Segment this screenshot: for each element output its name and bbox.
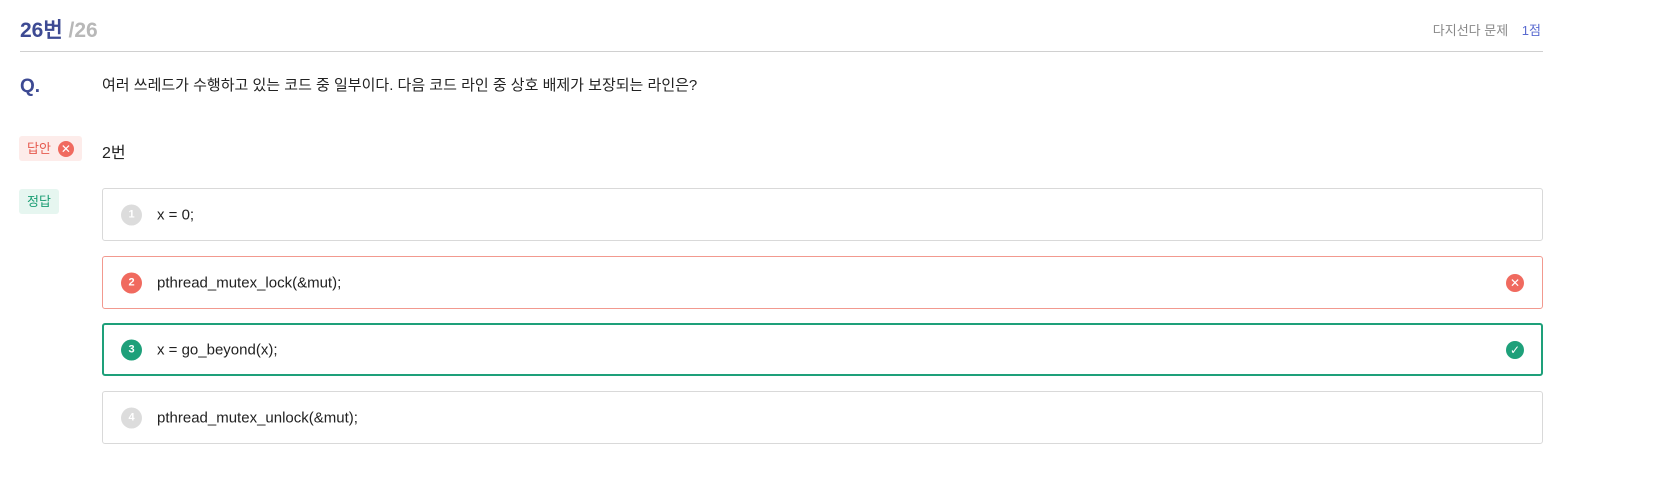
question-type: 다지선다 문제 [1432, 23, 1509, 38]
choice-number-badge: 2 [121, 272, 142, 293]
check-circle-icon: ✓ [1506, 340, 1524, 359]
my-answer-value: 2번 [102, 145, 126, 162]
question-label: Q. [20, 76, 41, 97]
choice-text: pthread_mutex_lock(&mut); [157, 274, 342, 291]
choice-option-1[interactable]: 1 x = 0; [102, 188, 1543, 241]
choice-number-badge: 4 [121, 407, 142, 428]
choice-number-badge: 3 [121, 339, 142, 360]
choice-text: x = go_beyond(x); [157, 341, 278, 358]
choice-option-4[interactable]: 4 pthread_mutex_unlock(&mut); [102, 391, 1543, 444]
choice-text: pthread_mutex_unlock(&mut); [157, 409, 358, 426]
my-answer-tag-label: 답안 [27, 141, 51, 156]
quiz-result-page: 26번 /26 다지선다 문제 1점 Q. 여러 쓰레드가 수행하고 있는 코드… [0, 0, 1663, 491]
question-text: 여러 쓰레드가 수행하고 있는 코드 중 일부이다. 다음 코드 라인 중 상호… [102, 77, 698, 94]
question-header: 26번 /26 다지선다 문제 1점 [20, 12, 1543, 52]
question-meta: 다지선다 문제 1점 [1433, 20, 1541, 39]
question-number: 26번 /26 [20, 14, 98, 44]
question-points: 1점 [1521, 23, 1541, 38]
my-answer-tag: 답안 ✕ [19, 136, 82, 161]
choice-option-2[interactable]: 2 pthread_mutex_lock(&mut); ✕ [102, 256, 1543, 309]
choice-option-3[interactable]: 3 x = go_beyond(x); ✓ [102, 323, 1543, 376]
current-question-number: 26번 [20, 19, 63, 42]
choice-text: x = 0; [157, 206, 195, 223]
total-questions: /26 [68, 19, 98, 42]
choice-number-badge: 1 [121, 204, 142, 225]
correct-answer-tag: 정답 [19, 189, 59, 214]
x-circle-icon: ✕ [57, 140, 74, 157]
x-circle-icon: ✕ [1506, 273, 1524, 292]
